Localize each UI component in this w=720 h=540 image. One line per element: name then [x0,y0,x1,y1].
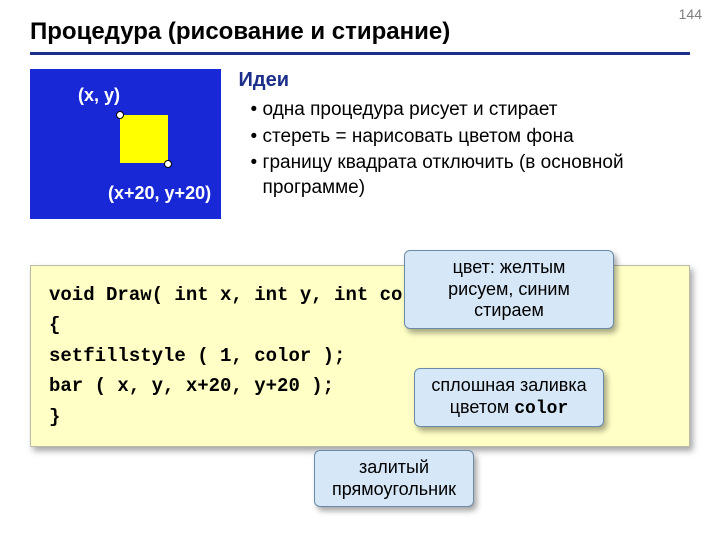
yellow-square [120,115,168,163]
callout-code-word: color [514,399,568,419]
list-item: стереть = нарисовать цветом фона [251,125,690,150]
page-number: 144 [679,6,702,22]
content-row: (x, y) (x+20, y+20) Идеи одна процедура … [30,69,690,219]
coord-label-bottom: (x+20, y+20) [108,183,211,204]
code-line: bar ( x, y, x+20, y+20 ); [49,375,334,397]
code-line: void Draw( int x, int y, int color ) [49,284,459,306]
callout-fillstyle: сплошная заливка цветом color [414,368,604,427]
code-line: setfillstyle ( 1, color ); [49,345,345,367]
page-title: Процедура (рисование и стирание) [30,18,690,46]
list-item: границу квадрата отключить (в основной п… [251,151,690,200]
ideas-list: одна процедура рисует и стирает стереть … [239,98,690,201]
code-line: } [49,406,60,428]
slide: 144 Процедура (рисование и стирание) (x,… [0,0,720,540]
coord-label-top: (x, y) [78,85,120,106]
ideas-heading: Идеи [239,69,690,92]
callout-color: цвет: желтым рисуем, синим стираем [404,250,614,329]
callout-bar: залитый прямоугольник [314,450,474,507]
diagram: (x, y) (x+20, y+20) [30,69,221,219]
code-line: { [49,314,60,336]
corner-dot-bottom-right [164,160,172,168]
title-underline [30,52,690,55]
list-item: одна процедура рисует и стирает [251,98,690,123]
corner-dot-top-left [116,111,124,119]
ideas-block: Идеи одна процедура рисует и стирает сте… [239,69,690,219]
